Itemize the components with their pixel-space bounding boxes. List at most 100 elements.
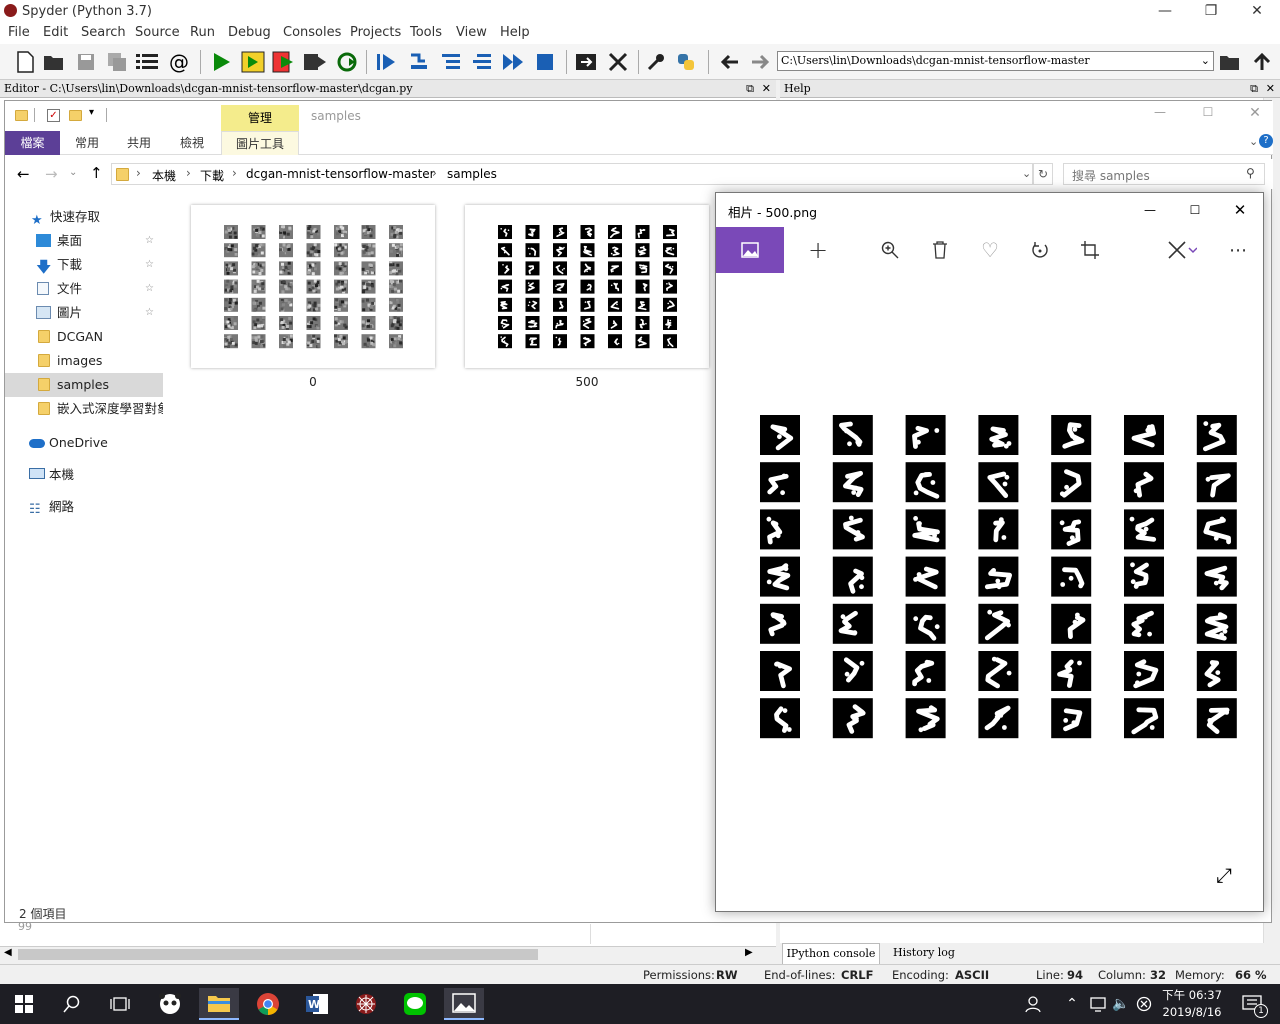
explorer-minimize-button[interactable]: — (1145, 105, 1175, 127)
menu-help[interactable]: Help (500, 25, 530, 40)
tab-share[interactable]: 共用 (115, 131, 163, 155)
recent-locations-icon[interactable]: ⌄ (69, 167, 77, 178)
search-icon[interactable] (52, 988, 92, 1020)
nav-network[interactable]: ☷ 網路 (5, 495, 163, 519)
people-icon[interactable] (1018, 988, 1052, 1020)
file-thumbnail-500[interactable] (465, 205, 709, 368)
chrome-icon[interactable] (248, 988, 288, 1020)
see-all-photos-icon[interactable] (716, 227, 784, 273)
pin-icon[interactable]: ☆ (145, 253, 154, 277)
refresh-icon[interactable]: ↻ (1033, 163, 1053, 185)
continue-icon[interactable] (500, 49, 526, 75)
file-thumbnail-0[interactable] (191, 205, 435, 368)
nav-documents[interactable]: 文件 ☆ (5, 277, 163, 301)
fullscreen-expand-icon[interactable]: ⤢ (1216, 863, 1232, 887)
zoom-icon[interactable] (868, 233, 912, 267)
nav-onedrive[interactable]: OneDrive (5, 431, 163, 455)
save-all-icon[interactable] (104, 49, 130, 75)
menu-view[interactable]: View (456, 25, 487, 40)
pin-icon[interactable]: ☆ (145, 229, 154, 253)
search-box[interactable]: 搜尋 samples ⚲ (1063, 163, 1265, 185)
nav-this-pc[interactable]: 本機 (5, 463, 163, 487)
menu-tools[interactable]: Tools (410, 25, 442, 40)
stop-icon[interactable] (532, 49, 558, 75)
menu-projects[interactable]: Projects (350, 25, 401, 40)
tab-ipython-console[interactable]: IPython console (782, 943, 880, 964)
delete-icon[interactable] (918, 233, 962, 267)
line-app-icon[interactable] (395, 988, 435, 1020)
preferences-icon[interactable] (643, 49, 669, 75)
photos-app-icon[interactable] (444, 988, 484, 1020)
ribbon-context-manage[interactable]: 管理 (221, 105, 299, 131)
tab-view[interactable]: 檢視 (168, 131, 216, 155)
working-directory-combo[interactable]: C:\Users\lin\Downloads\dcgan-mnist-tenso… (777, 51, 1214, 71)
pythonpath-manager-icon[interactable] (673, 49, 699, 75)
forward-arrow-icon[interactable]: → (45, 165, 58, 183)
quick-access-dropdown-icon[interactable]: ▾ (89, 107, 94, 118)
more-options-icon[interactable]: ⋯ (1216, 233, 1260, 267)
close-button[interactable]: ✕ (1234, 0, 1280, 22)
run-cell-icon[interactable] (240, 49, 266, 75)
pin-icon[interactable]: ☆ (145, 301, 154, 325)
back-arrow-icon[interactable] (717, 49, 743, 75)
breadcrumb-project[interactable]: dcgan-mnist-tensorflow-master (246, 167, 435, 181)
scroll-left-icon[interactable]: ◀ (4, 947, 12, 958)
explorer-maximize-button[interactable]: ☐ (1193, 105, 1223, 127)
menu-debug[interactable]: Debug (228, 25, 271, 40)
menu-run[interactable]: Run (190, 25, 215, 40)
nav-images[interactable]: images (5, 349, 163, 373)
save-icon[interactable] (73, 49, 99, 75)
breadcrumb-this-pc[interactable]: 本機 (152, 167, 176, 184)
run-selection-icon[interactable] (302, 49, 328, 75)
nav-embedded[interactable]: 嵌入式深度學習對象 (5, 397, 163, 421)
chevron-up-icon[interactable]: ⌃ (1058, 988, 1086, 1020)
scroll-right-icon[interactable]: ▶ (745, 947, 753, 958)
breadcrumb-samples[interactable]: samples (447, 167, 497, 181)
task-view-icon[interactable] (100, 988, 140, 1020)
menu-edit[interactable]: Edit (43, 25, 68, 40)
chevron-down-icon[interactable]: ⌄ (1201, 52, 1210, 70)
favorite-heart-icon[interactable]: ♡ (968, 233, 1012, 267)
nav-downloads[interactable]: 🡇 下載 ☆ (5, 253, 163, 277)
undock-icon[interactable]: ⧉ (1250, 80, 1258, 97)
parent-directory-icon[interactable] (1249, 49, 1275, 75)
new-folder-icon[interactable] (69, 110, 82, 121)
browse-folder-icon[interactable] (1217, 49, 1243, 75)
browse-tabs-icon[interactable] (134, 49, 160, 75)
help-icon[interactable]: ? (1259, 134, 1273, 148)
step-icon[interactable] (406, 49, 432, 75)
photos-close-button[interactable]: ✕ (1220, 197, 1260, 223)
open-file-icon[interactable] (41, 49, 67, 75)
panda-app-icon[interactable] (150, 988, 190, 1020)
clock[interactable]: 下午 06:37 2019/8/16 (1160, 987, 1224, 1021)
tab-file[interactable]: 檔案 (5, 131, 60, 155)
undock-icon[interactable]: ⧉ (746, 80, 754, 97)
properties-icon[interactable]: ✓ (47, 109, 60, 122)
rotate-icon[interactable] (1018, 233, 1062, 267)
rerun-icon[interactable] (334, 49, 360, 75)
menu-source[interactable]: Source (135, 25, 180, 40)
close-pane-icon[interactable]: ✕ (1266, 80, 1275, 97)
edit-create-icon[interactable] (1156, 233, 1208, 267)
chevron-down-icon[interactable]: ⌄ (1022, 167, 1031, 180)
restore-button[interactable]: ❐ (1188, 0, 1234, 22)
cancel-icon[interactable] (1131, 988, 1157, 1020)
run-icon[interactable] (208, 49, 234, 75)
up-arrow-icon[interactable]: ↑ (90, 164, 103, 182)
explorer-close-button[interactable]: ✕ (1240, 105, 1270, 127)
pin-icon[interactable]: ☆ (145, 277, 154, 301)
nav-quick-access[interactable]: ★ 快速存取 (5, 205, 163, 229)
maximize-pane-icon[interactable] (573, 49, 599, 75)
menu-consoles[interactable]: Consoles (283, 25, 341, 40)
tab-picture-tools[interactable]: 圖片工具 (221, 131, 299, 155)
python-path-icon[interactable]: @ (166, 49, 192, 75)
chevron-down-icon[interactable]: ⌄ (1249, 135, 1258, 148)
nav-dcgan[interactable]: DCGAN (5, 325, 163, 349)
back-arrow-icon[interactable]: ← (17, 165, 30, 183)
menu-search[interactable]: Search (81, 25, 126, 40)
breadcrumb-downloads[interactable]: 下載 (200, 167, 224, 184)
word-icon[interactable]: W (297, 988, 337, 1020)
file-explorer-icon[interactable] (199, 988, 239, 1020)
forward-arrow-icon[interactable] (747, 49, 773, 75)
notification-center-icon[interactable]: 1 (1232, 988, 1272, 1020)
